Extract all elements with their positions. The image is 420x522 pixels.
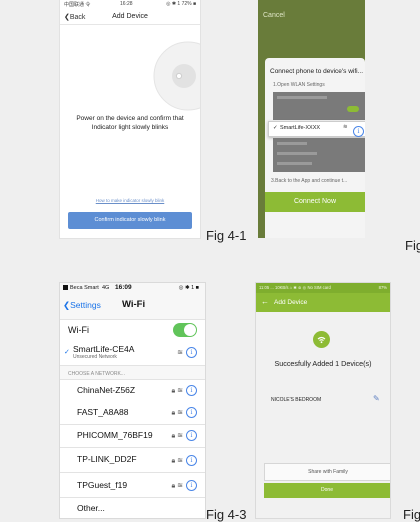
- page-title: Wi-Fi: [122, 299, 146, 310]
- connect-dialog: Connect phone to device's wifi... 1.Open…: [265, 58, 365, 238]
- status-bar: 11:05 ... 10KB/s ⌂ ✱ ⊜ ◎ No SIM card 87%: [256, 283, 390, 293]
- cancel-button[interactable]: Cancel: [263, 12, 285, 19]
- lock-wifi-icon: 🔒︎ ≋ i: [171, 480, 197, 491]
- wifi-icon: ≋: [343, 124, 348, 130]
- nav-bar: ← Add Device: [256, 293, 390, 312]
- confirm-blink-button[interactable]: Confirm indicator slowly blink: [68, 212, 192, 229]
- done-button[interactable]: Done: [264, 483, 390, 498]
- network-name: TP-LINK_DD2F: [77, 454, 137, 464]
- settings-preview-top: [273, 92, 365, 120]
- other-network-row[interactable]: Other...: [60, 498, 205, 518]
- wifi-success-icon: [313, 331, 330, 348]
- device-row: NICOLE'S BEDROOM ✎: [256, 384, 390, 414]
- status-bar: 中国联通 令 16:28 ◎ ✱ 1 72% ■: [60, 0, 200, 10]
- network-name: SmartLife-XXXX: [280, 125, 321, 131]
- status-carrier: Beca Smart: [70, 285, 99, 291]
- lock-wifi-icon: 🔒︎ ≋ i: [171, 430, 197, 441]
- figure-caption-4-4-partial: Fig: [403, 507, 420, 522]
- dialog-title: Connect phone to device's wifi...: [270, 68, 364, 75]
- info-icon[interactable]: i: [186, 347, 197, 358]
- network-name: TPGuest_f19: [77, 480, 128, 490]
- lock-wifi-icon: 🔒︎ ≋ i: [171, 385, 197, 396]
- wifi-label: Wi-Fi: [68, 325, 89, 335]
- network-row[interactable]: ChinaNet-Z56Z 🔒︎ ≋ i: [60, 379, 205, 403]
- wifi-toggle-row: Wi-Fi: [60, 319, 205, 342]
- status-battery: 87%: [378, 285, 387, 290]
- add-device-screen: 中国联通 令 16:28 ◎ ✱ 1 72% ■ ❮Back Add Devic…: [60, 0, 200, 238]
- status-time: 16:09: [115, 284, 132, 291]
- network-name: PHICOMM_76BF19: [77, 430, 153, 440]
- settings-back-button[interactable]: ❮Settings: [63, 300, 101, 311]
- page-title: Add Device: [112, 13, 148, 20]
- step-1-text: 1.Open WLAN Settings: [273, 82, 325, 88]
- edit-pencil-icon[interactable]: ✎: [373, 394, 380, 403]
- status-carrier: 中国联通 令: [64, 2, 91, 8]
- connected-network-row[interactable]: ✓ SmartLife-CE4A Unsecured Network ≋ i: [60, 341, 205, 366]
- network-highlight: ✓ SmartLife-XXXX ≋ i: [268, 121, 365, 138]
- connected-network-name: SmartLife-CE4A: [73, 344, 135, 354]
- choose-network-header: CHOOSE A NETWORK...: [68, 371, 125, 377]
- page-title: Add Device: [274, 299, 308, 306]
- wifi-toggle[interactable]: [173, 323, 197, 337]
- step-3-text: 3.Back to the App and continue t...: [271, 178, 348, 184]
- device-added-screen: 11:05 ... 10KB/s ⌂ ✱ ⊜ ◎ No SIM card 87%…: [256, 283, 390, 518]
- lock-wifi-icon: 🔒︎ ≋ i: [171, 455, 197, 466]
- network-row[interactable]: TPGuest_f19 🔒︎ ≋ i: [60, 473, 205, 498]
- status-left: 11:05 ... 10KB/s ⌂ ✱ ⊜ ◎ No SIM card: [259, 285, 331, 290]
- share-with-family-button[interactable]: Share with Family: [264, 463, 390, 481]
- status-bar: Beca Smart 4G 16:09 ◎ ✱ 1 ■: [60, 283, 205, 296]
- other-network-label: Other...: [77, 503, 105, 513]
- help-link[interactable]: How to make indicator slowly blink: [60, 198, 200, 203]
- status-signal: 4G: [102, 285, 110, 291]
- checkmark-icon: ✓: [64, 349, 70, 356]
- network-row[interactable]: FAST_A8A88 🔒︎ ≋ i: [60, 402, 205, 425]
- network-name: ChinaNet-Z56Z: [77, 385, 136, 395]
- status-right: ◎ ✱ 1 72% ■: [166, 1, 196, 7]
- status-right: ◎ ✱ 1 ■: [178, 285, 199, 291]
- settings-preview-bottom: [273, 138, 365, 172]
- connect-now-button[interactable]: Connect Now: [265, 192, 365, 212]
- connected-network-sub: Unsecured Network: [73, 354, 117, 360]
- instruction-text: Power on the device and confirm that Ind…: [76, 115, 184, 131]
- ios-wifi-settings-screen: Beca Smart 4G 16:09 ◎ ✱ 1 ■ ❮Settings Wi…: [60, 283, 205, 518]
- connect-wifi-screen: Cancel Connect phone to device's wifi...…: [258, 0, 365, 238]
- nav-bar: ❮Back Add Device: [60, 10, 200, 25]
- status-time: 16:28: [120, 1, 133, 7]
- nav-bar: ❮Settings Wi-Fi: [60, 296, 205, 314]
- figure-caption-4-2-partial: Fig: [405, 238, 420, 253]
- network-name: FAST_A8A88: [77, 407, 129, 417]
- back-label: Settings: [70, 300, 101, 310]
- wifi-toggle-preview: [347, 106, 359, 112]
- device-illustration: [144, 40, 200, 112]
- checkmark-icon: ✓: [273, 125, 278, 131]
- lock-wifi-icon: 🔒︎ ≋ i: [171, 407, 197, 418]
- device-name: NICOLE'S BEDROOM: [271, 397, 322, 403]
- success-message: Succesfully Added 1 Device(s): [274, 359, 372, 368]
- arrow-left-icon[interactable]: ←: [261, 297, 269, 306]
- figure-caption-4-1: Fig 4-1: [206, 228, 247, 243]
- figure-caption-4-3: Fig 4-3: [206, 507, 247, 522]
- network-row[interactable]: PHICOMM_76BF19 🔒︎ ≋ i: [60, 425, 205, 448]
- wifi-icon: ≋ i: [177, 347, 197, 358]
- app-icon: [63, 285, 68, 290]
- network-row[interactable]: TP-LINK_DD2F 🔒︎ ≋ i: [60, 448, 205, 473]
